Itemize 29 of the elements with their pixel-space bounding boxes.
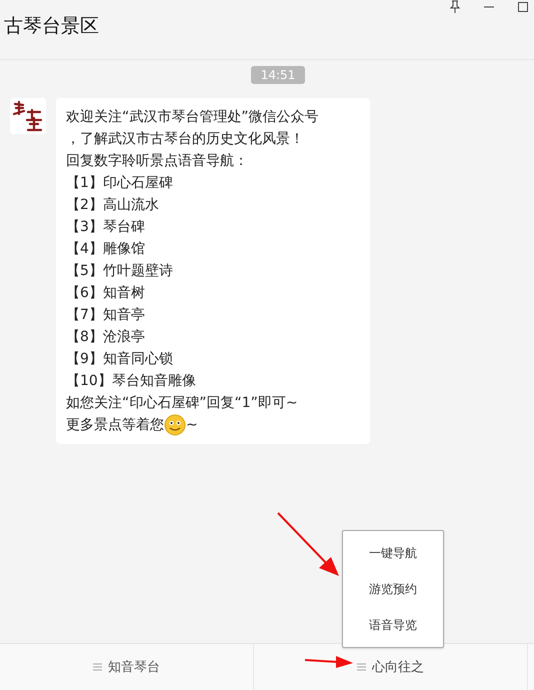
smiley-icon [164,414,186,436]
message-line: 欢迎关注“武汉市琴台管理处”微信公众号 [66,108,320,127]
popup-menu-item[interactable]: 语音导览 [343,607,443,643]
message-line: 回复数字聆听景点语音导航： [66,152,249,171]
message-line: ~ [186,416,198,435]
message-line: 如您关注“印心石屋碑”回复“1”即可~ [66,394,299,413]
message-line: 【8】沧浪亭 [66,328,146,347]
message-line: 更多景点等着您 [66,416,164,435]
avatar-icon [10,98,46,134]
message-line: 【6】知音树 [66,284,146,303]
pin-icon[interactable] [450,0,460,13]
menu-icon [357,663,366,671]
arrow-drawing [276,511,340,577]
message-line: 【1】印心石屋碑 [66,174,174,193]
message-line: 【9】知音同心锁 [66,350,174,369]
message-line: 【2】高山流水 [66,196,160,215]
timestamp: 14:51 [250,66,306,84]
maximize-icon[interactable] [518,2,528,12]
window-title: 古琴台景区 [4,14,99,38]
arrow-drawing [304,655,354,669]
popup-menu-item[interactable]: 游览预约 [343,571,443,607]
message-line: 【4】雕像馆 [66,240,146,259]
popup-menu-item[interactable]: 一键导航 [343,535,443,571]
menu-icon [93,663,102,671]
message-line: 【3】琴台碑 [66,218,146,237]
message-line: 【10】琴台知音雕像 [66,372,197,391]
message-line: 【5】竹叶题壁诗 [66,262,174,281]
message-line: ，了解武汉市古琴台的历史文化风景！ [66,130,305,149]
message-line: 【7】知音亭 [66,306,146,325]
